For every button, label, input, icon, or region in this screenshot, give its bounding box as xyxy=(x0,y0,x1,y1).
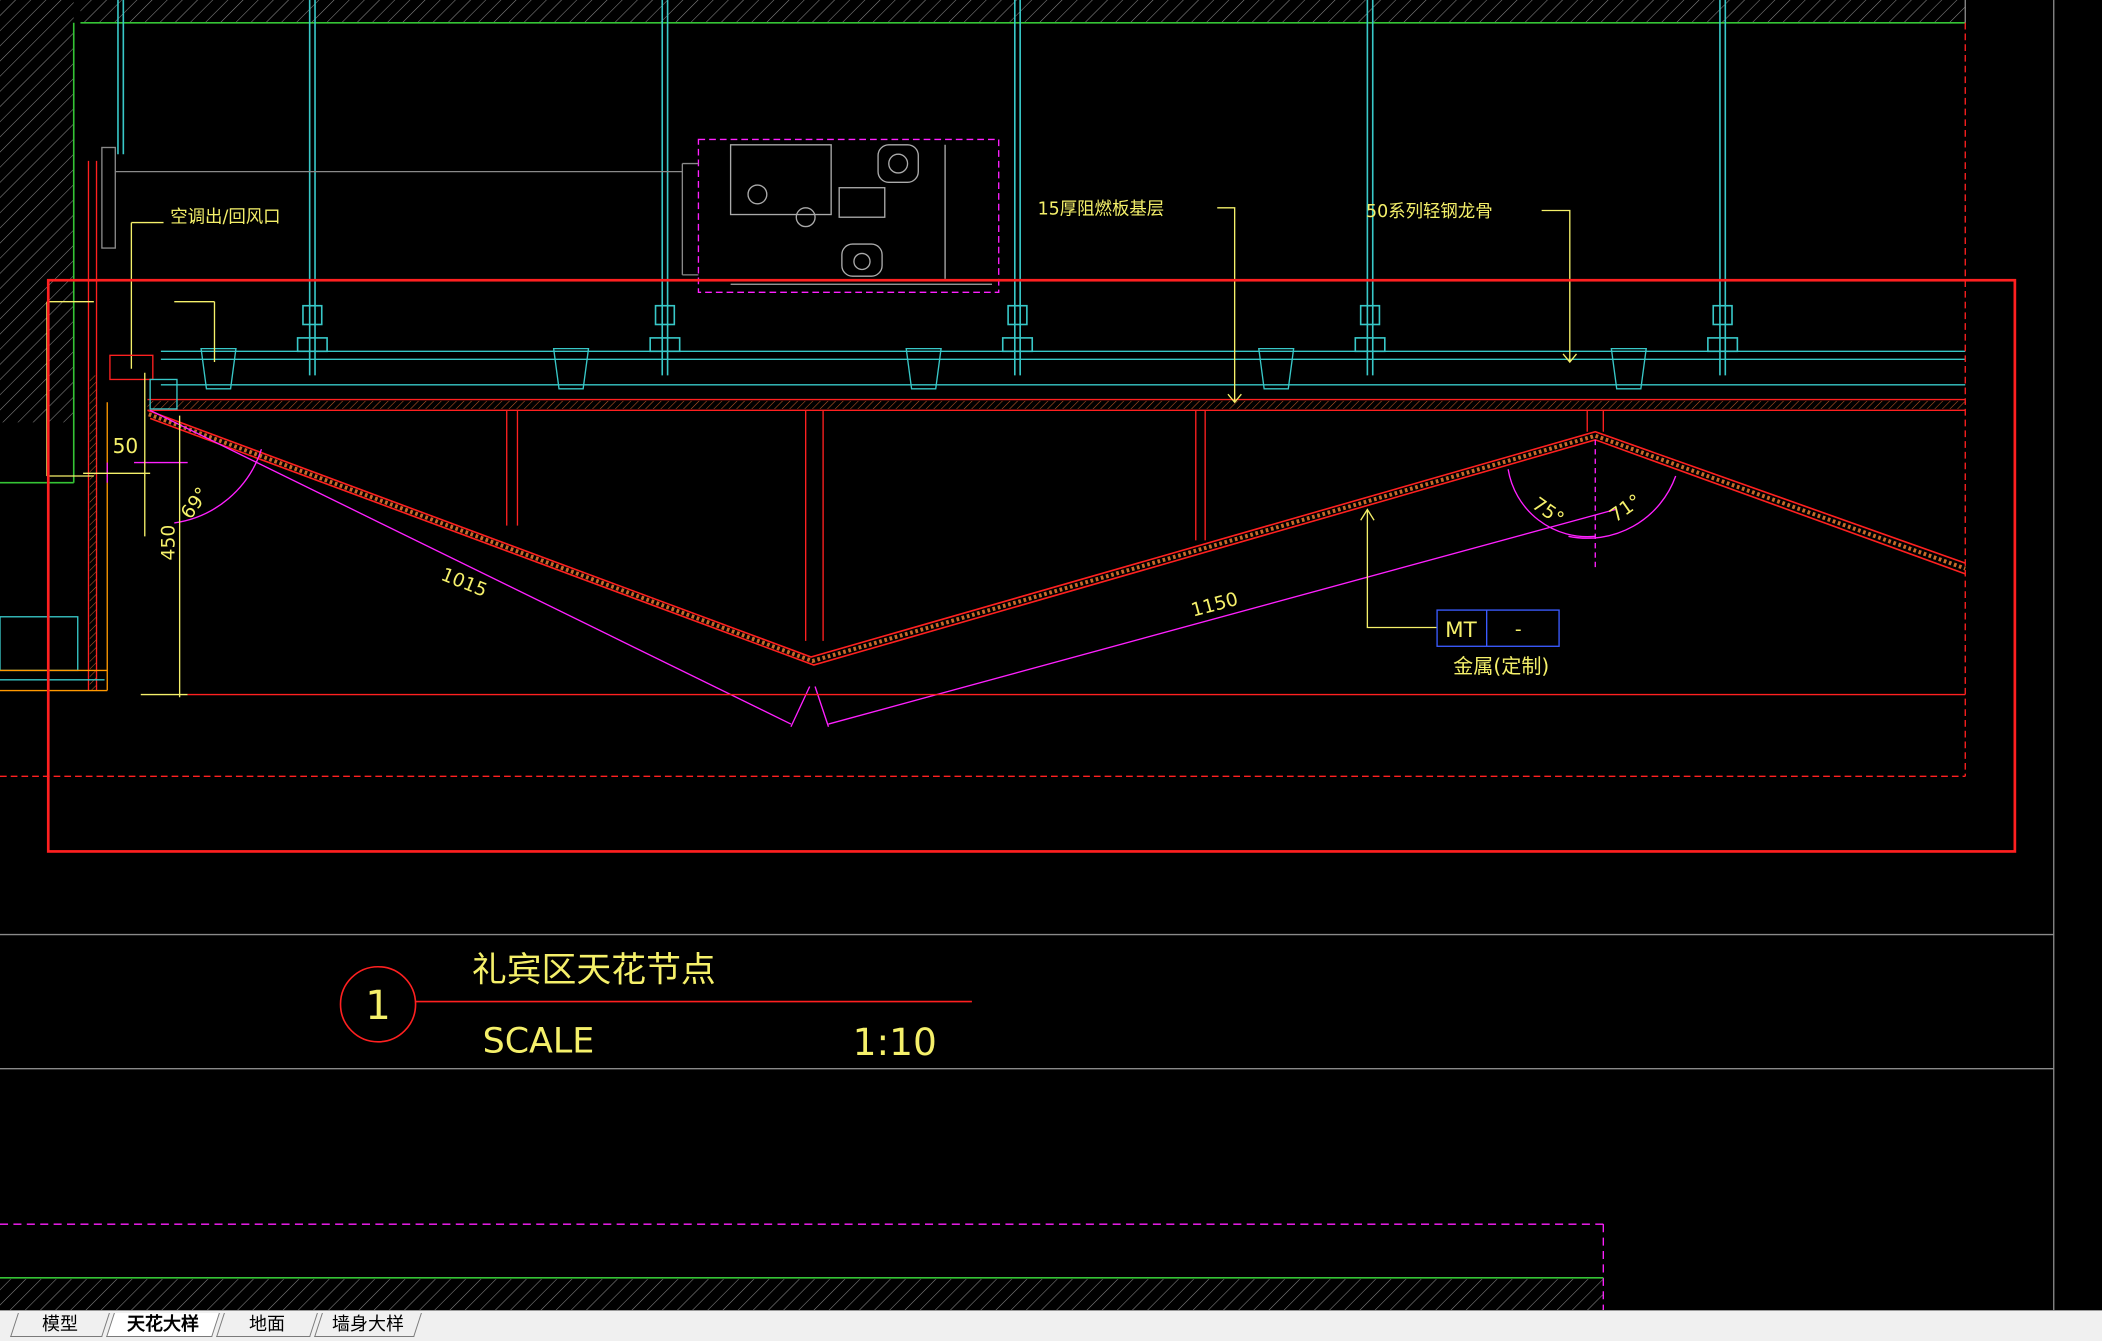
angle-71: 71° xyxy=(1606,491,1645,527)
scale-value: 1:10 xyxy=(853,1020,937,1064)
dim-1015: 1015 xyxy=(438,564,490,601)
cad-drawing-canvas[interactable]: 空调出/回风口 15厚阻燃板基层 50系列轻钢龙骨 MT - 金属(定制) 50… xyxy=(0,0,2102,1310)
tab-floor[interactable]: 地面 xyxy=(216,1313,318,1337)
dim-450: 450 xyxy=(158,525,179,561)
left-wall-cladding xyxy=(0,146,683,692)
dimension-lines xyxy=(106,409,1677,728)
tab-model[interactable]: 模型 xyxy=(10,1313,110,1337)
layout-tab-bar: 模型 天花大样 地面 墙身大样 xyxy=(0,1310,2102,1341)
left-wall-hatch xyxy=(0,0,79,672)
ac-unit xyxy=(681,138,1000,293)
fireproof-board-label: 15厚阻燃板基层 xyxy=(1038,200,1165,220)
steel-keel-lines xyxy=(147,347,1966,411)
hanger-rods xyxy=(117,0,1739,376)
material-code-label: MT xyxy=(1445,618,1477,643)
top-slab-hatch xyxy=(80,0,1966,24)
tab-label: 天花大样 xyxy=(127,1314,199,1335)
material-name-label: 金属(定制) xyxy=(1453,654,1549,678)
tab-label: 模型 xyxy=(42,1314,78,1335)
detail-title: 礼宾区天花节点 xyxy=(472,950,716,990)
dim-1150: 1150 xyxy=(1189,589,1241,622)
tab-label: 墙身大样 xyxy=(332,1314,404,1335)
detail-number: 1 xyxy=(365,983,391,1029)
drawing-viewport[interactable]: 空调出/回风口 15厚阻燃板基层 50系列轻钢龙骨 MT - 金属(定制) 50… xyxy=(0,0,2102,1310)
scale-label: SCALE xyxy=(483,1022,595,1062)
tab-wall-detail[interactable]: 墙身大样 xyxy=(314,1313,422,1337)
tab-ceiling-detail[interactable]: 天花大样 xyxy=(106,1313,220,1337)
material-dash-label: - xyxy=(1515,620,1522,641)
leader-lines xyxy=(1217,207,1578,629)
folded-metal-ceiling xyxy=(147,409,1966,666)
dim-50: 50 xyxy=(113,434,139,458)
ac-outlet-label: 空调出/回风口 xyxy=(170,208,280,228)
bottom-slab-hatch xyxy=(0,1223,1604,1310)
tab-label: 地面 xyxy=(249,1314,285,1335)
angle-69: 69° xyxy=(177,484,213,523)
steel-keel-label: 50系列轻钢龙骨 xyxy=(1366,202,1493,222)
